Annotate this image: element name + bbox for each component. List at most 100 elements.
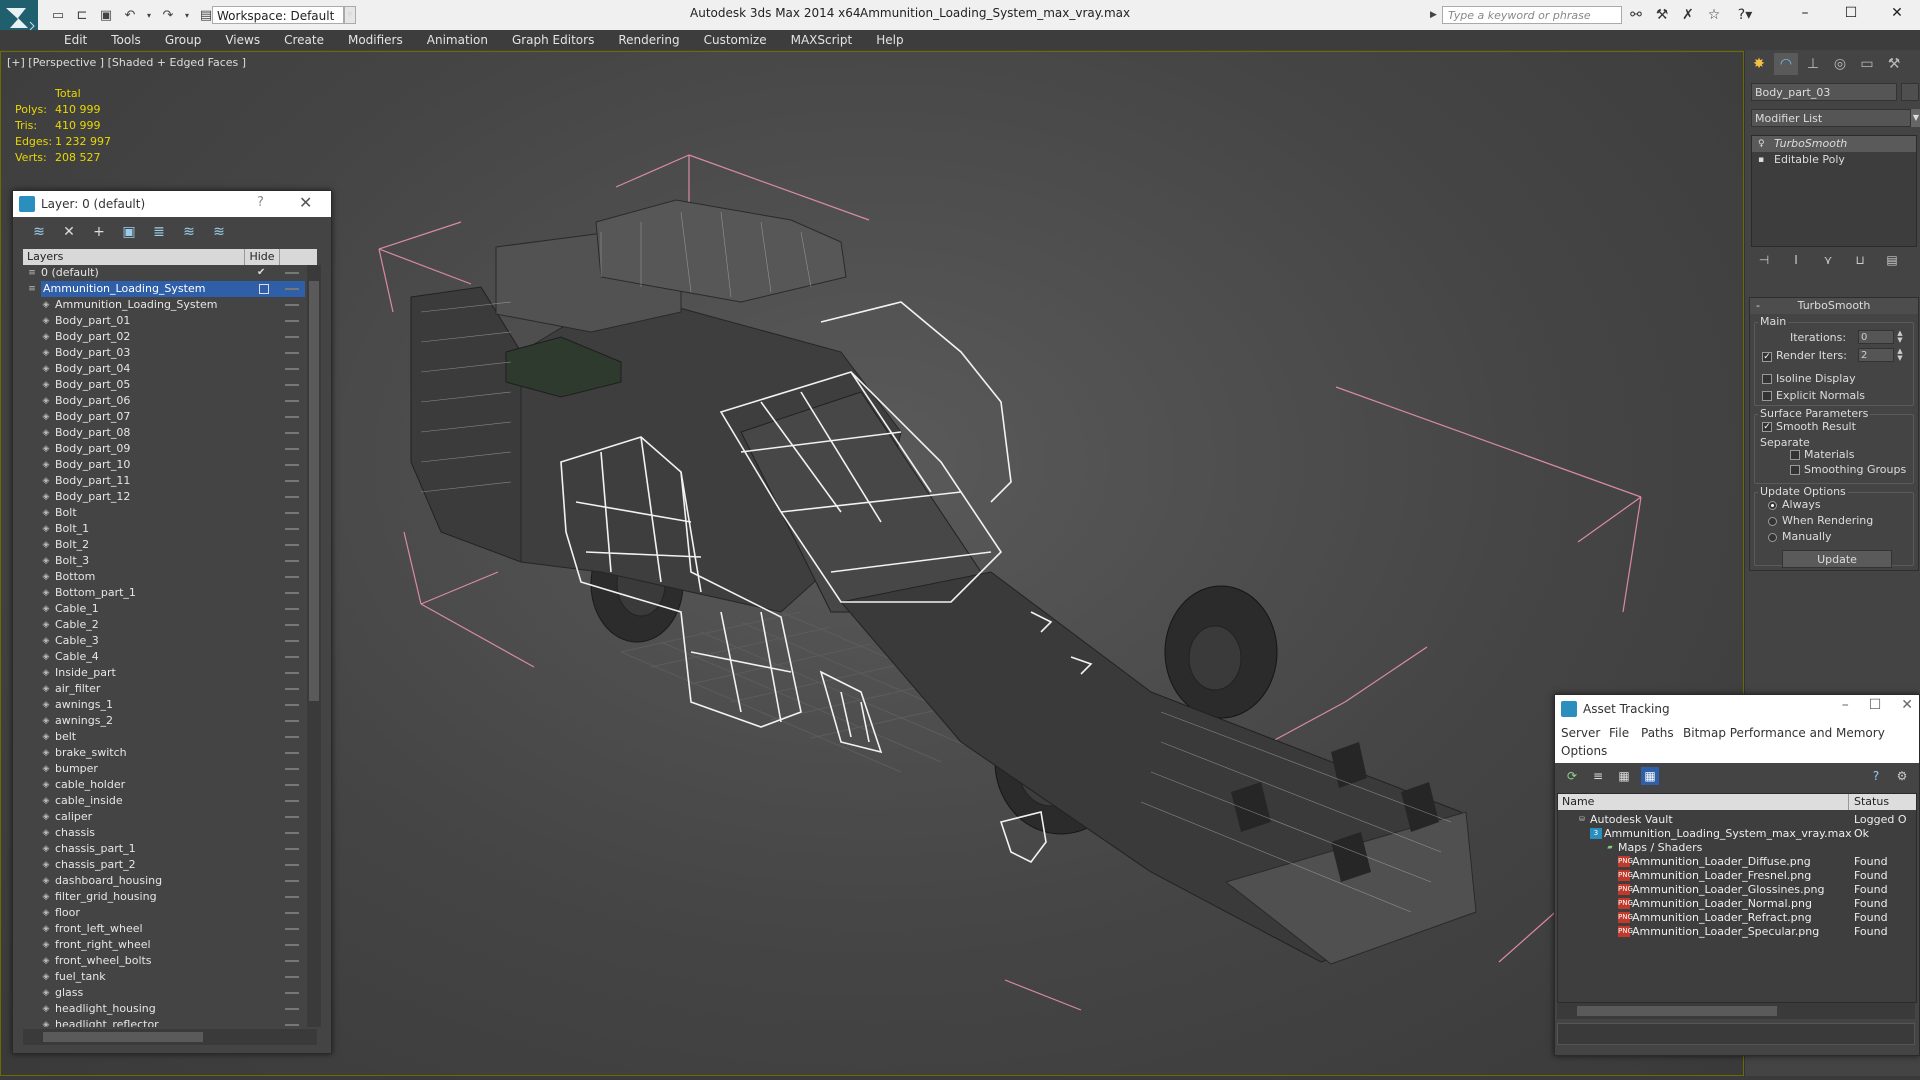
hide-toggle[interactable] bbox=[285, 480, 299, 482]
isoline-display-checkbox[interactable] bbox=[1762, 374, 1772, 384]
object-row[interactable]: ◈ cable_holder bbox=[23, 777, 305, 793]
menu-server[interactable]: Server bbox=[1561, 726, 1600, 740]
add-to-layer-icon[interactable]: + bbox=[87, 221, 111, 243]
hide-toggle[interactable] bbox=[285, 384, 299, 386]
column-layers[interactable]: Layers bbox=[23, 249, 245, 265]
expand-icon[interactable]: ▪ bbox=[1758, 155, 1766, 165]
freeze-all-icon[interactable]: ≋ bbox=[207, 221, 231, 243]
binoculars-icon[interactable]: ⚯ bbox=[1626, 5, 1646, 25]
menu-views[interactable]: Views bbox=[213, 33, 272, 47]
communication-center-icon[interactable]: ✗ bbox=[1678, 5, 1698, 25]
save-file-icon[interactable]: ▣ bbox=[96, 5, 116, 25]
object-row[interactable]: ◈ front_left_wheel bbox=[23, 921, 305, 937]
menu-rendering[interactable]: Rendering bbox=[606, 33, 691, 47]
layer-row[interactable]: ≡ 0 (default) ✔ bbox=[23, 265, 305, 281]
display-tab-icon[interactable]: ▭ bbox=[1855, 53, 1879, 75]
object-row[interactable]: ◈ cable_inside bbox=[23, 793, 305, 809]
menu-file[interactable]: File bbox=[1609, 726, 1629, 740]
update-button[interactable]: Update bbox=[1782, 550, 1892, 568]
object-row[interactable]: ◈ Body_part_11 bbox=[23, 473, 305, 489]
object-row[interactable]: ◈ headlight_housing bbox=[23, 1001, 305, 1017]
show-end-result-icon[interactable]: Ⅰ bbox=[1787, 251, 1805, 269]
object-row[interactable]: ◈ Bolt_1 bbox=[23, 521, 305, 537]
layer-row[interactable]: ≡ Ammunition_Loading_System bbox=[23, 281, 305, 297]
hide-toggle[interactable] bbox=[285, 288, 299, 290]
create-layer-icon[interactable]: ≋ bbox=[27, 221, 51, 243]
hide-toggle[interactable] bbox=[285, 752, 299, 754]
scrollbar-thumb[interactable] bbox=[43, 1032, 203, 1042]
menu-customize[interactable]: Customize bbox=[692, 33, 779, 47]
help-icon[interactable]: ?▾ bbox=[1730, 5, 1760, 25]
render-iters-checkbox[interactable]: ✓ bbox=[1762, 352, 1772, 362]
when-rendering-radio[interactable] bbox=[1768, 517, 1777, 526]
hide-toggle[interactable] bbox=[285, 768, 299, 770]
rollout-header[interactable]: - TurboSmooth bbox=[1750, 298, 1918, 314]
object-row[interactable]: ◈ Body_part_06 bbox=[23, 393, 305, 409]
explicit-normals-checkbox[interactable] bbox=[1762, 391, 1772, 401]
menu-modifiers[interactable]: Modifiers bbox=[336, 33, 415, 47]
object-row[interactable]: ◈ Body_part_10 bbox=[23, 457, 305, 473]
maximize-button[interactable]: ☐ bbox=[1828, 0, 1874, 28]
hide-toggle[interactable] bbox=[285, 912, 299, 914]
object-row[interactable]: ◈ Ammunition_Loading_System bbox=[23, 297, 305, 313]
search-expand-icon[interactable]: ▶ bbox=[1430, 6, 1442, 24]
hide-toggle[interactable] bbox=[285, 608, 299, 610]
hide-toggle[interactable] bbox=[285, 672, 299, 674]
hide-toggle[interactable] bbox=[285, 544, 299, 546]
hide-toggle[interactable] bbox=[285, 832, 299, 834]
smoothing-groups-checkbox[interactable] bbox=[1790, 465, 1800, 475]
object-row[interactable]: ◈ headlight_reflector bbox=[23, 1017, 305, 1027]
object-row[interactable]: ◈ air_filter bbox=[23, 681, 305, 697]
help-icon[interactable]: ? bbox=[257, 195, 264, 210]
scrollbar-thumb[interactable] bbox=[1577, 1006, 1777, 1016]
hide-toggle[interactable] bbox=[285, 448, 299, 450]
redo-icon[interactable]: ↷ bbox=[158, 5, 178, 25]
object-row[interactable]: ◈ Bolt_2 bbox=[23, 537, 305, 553]
column-name[interactable]: Name bbox=[1562, 795, 1594, 808]
list-view-icon[interactable]: ≡ bbox=[1589, 767, 1607, 785]
hide-toggle[interactable] bbox=[285, 560, 299, 562]
object-row[interactable]: ◈ Body_part_02 bbox=[23, 329, 305, 345]
object-row[interactable]: ◈ awnings_2 bbox=[23, 713, 305, 729]
close-icon[interactable]: ✕ bbox=[1901, 697, 1913, 713]
menu-graph-editors[interactable]: Graph Editors bbox=[500, 33, 606, 47]
collapse-icon[interactable]: - bbox=[1756, 298, 1760, 314]
settings-icon[interactable]: ⚙ bbox=[1893, 767, 1911, 785]
column-status[interactable]: Status bbox=[1854, 795, 1889, 808]
create-tab-icon[interactable]: ✸ bbox=[1747, 53, 1771, 75]
object-row[interactable]: ◈ Body_part_05 bbox=[23, 377, 305, 393]
chevron-down-icon[interactable]: ▼ bbox=[1911, 109, 1920, 127]
column-divider[interactable] bbox=[1848, 794, 1849, 810]
hide-toggle[interactable] bbox=[285, 688, 299, 690]
object-row[interactable]: ◈ Body_part_09 bbox=[23, 441, 305, 457]
utilities-tab-icon[interactable]: ⚒ bbox=[1882, 53, 1906, 75]
object-row[interactable]: ◈ Body_part_07 bbox=[23, 409, 305, 425]
object-row[interactable]: ◈ Bottom bbox=[23, 569, 305, 585]
materials-checkbox[interactable] bbox=[1790, 450, 1800, 460]
hide-toggle[interactable] bbox=[285, 320, 299, 322]
hide-toggle[interactable] bbox=[285, 944, 299, 946]
object-row[interactable]: ◈ Bolt_3 bbox=[23, 553, 305, 569]
hide-toggle[interactable] bbox=[285, 864, 299, 866]
object-row[interactable]: ◈ dashboard_housing bbox=[23, 873, 305, 889]
column-hide[interactable]: Hide bbox=[245, 249, 280, 265]
object-row[interactable]: ◈ Body_part_08 bbox=[23, 425, 305, 441]
hide-toggle[interactable] bbox=[285, 464, 299, 466]
select-objects-icon[interactable]: ▣ bbox=[117, 221, 141, 243]
object-row[interactable]: ◈ Cable_2 bbox=[23, 617, 305, 633]
object-row[interactable]: ◈ brake_switch bbox=[23, 745, 305, 761]
object-name-field[interactable]: Body_part_03 bbox=[1751, 83, 1897, 101]
delete-layer-icon[interactable]: ✕ bbox=[57, 221, 81, 243]
object-row[interactable]: ◈ Body_part_03 bbox=[23, 345, 305, 361]
object-row[interactable]: ◈ chassis bbox=[23, 825, 305, 841]
close-icon[interactable]: ✕ bbox=[299, 193, 312, 212]
open-file-icon[interactable]: ⊏ bbox=[72, 5, 92, 25]
configure-modifier-sets-icon[interactable]: ▤ bbox=[1883, 251, 1901, 269]
hide-toggle[interactable] bbox=[285, 928, 299, 930]
hide-toggle[interactable] bbox=[285, 272, 299, 274]
hide-all-icon[interactable]: ≋ bbox=[177, 221, 201, 243]
undo-dropdown-icon[interactable]: ▾ bbox=[144, 5, 154, 25]
maximize-icon[interactable]: ☐ bbox=[1869, 697, 1882, 713]
remove-modifier-icon[interactable]: ⊔ bbox=[1851, 251, 1869, 269]
object-row[interactable]: ◈ Bolt bbox=[23, 505, 305, 521]
